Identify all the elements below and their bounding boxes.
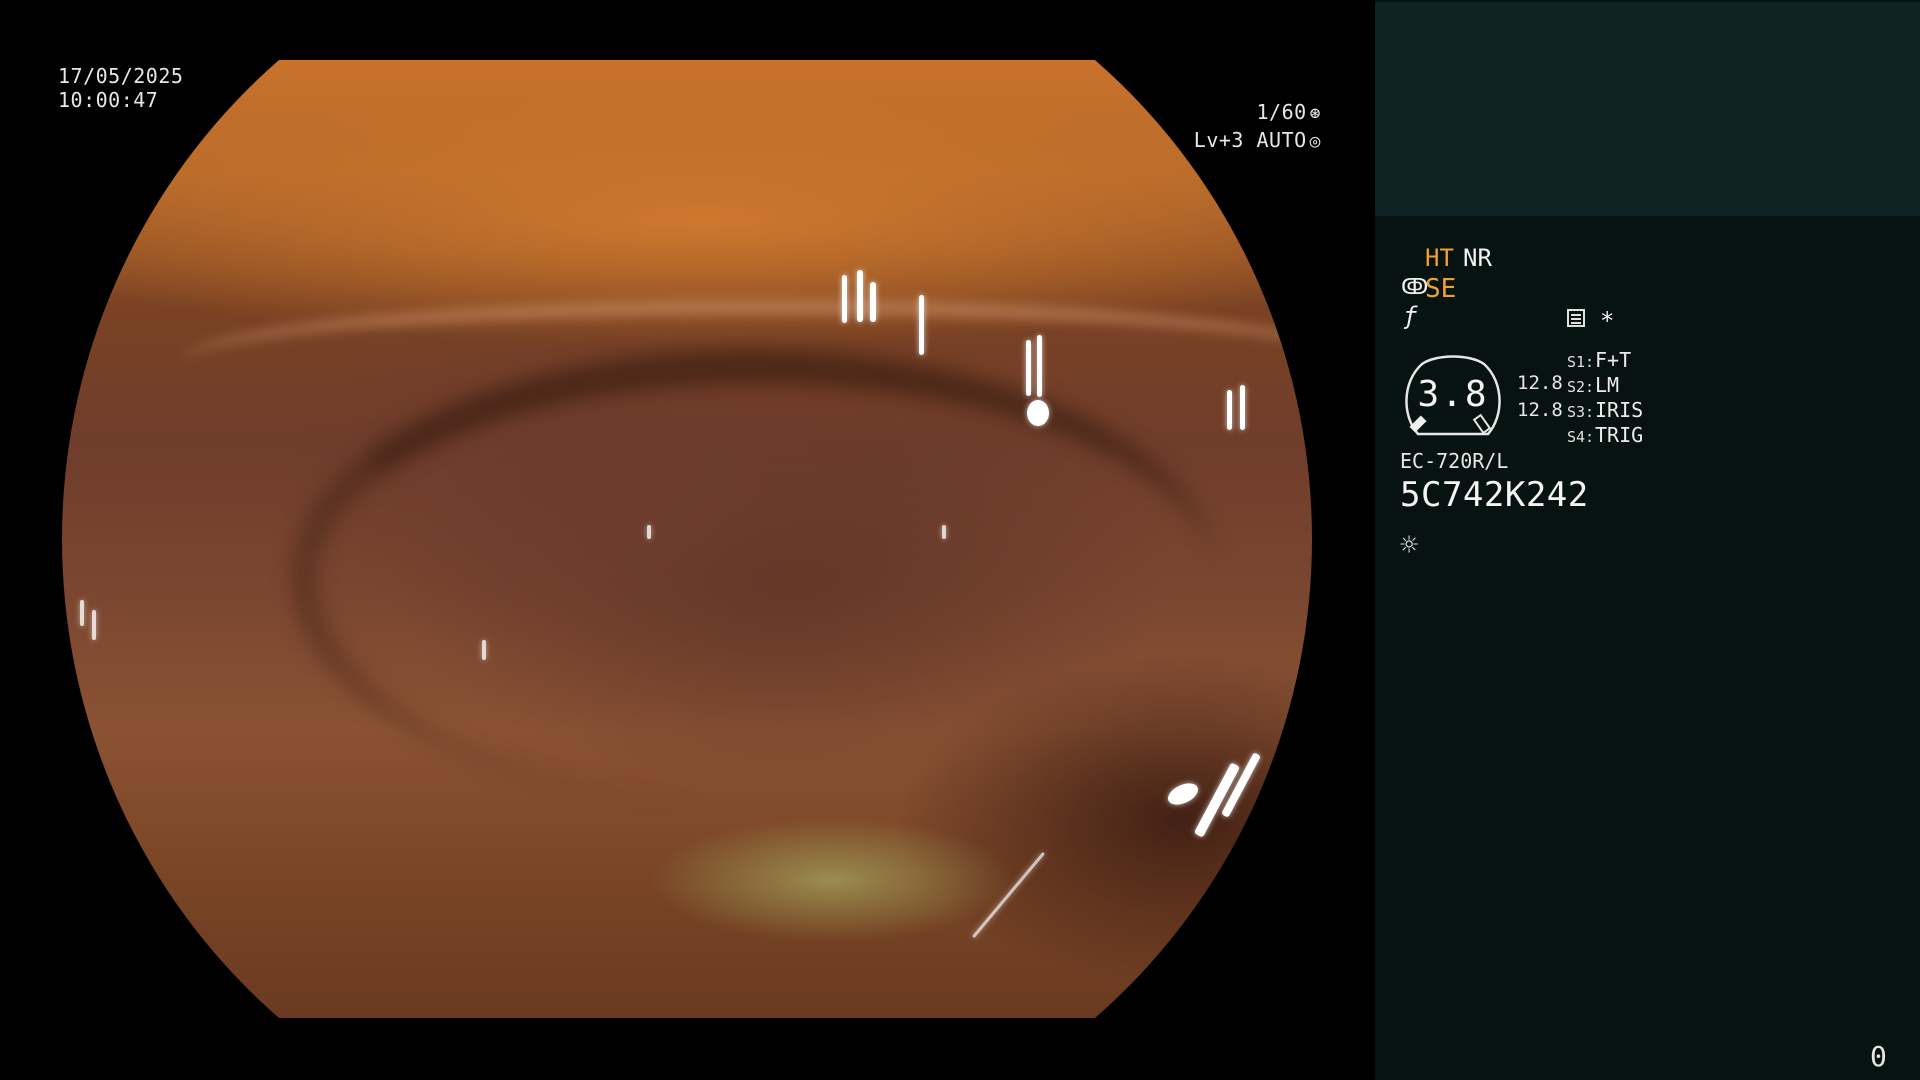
glare-reflection [1026,340,1031,396]
glare-reflection [971,851,1046,939]
ht-indicator: HT [1425,244,1454,272]
glare-reflection [1164,779,1202,809]
glare-reflection [482,640,486,660]
endoscope-view: 17/05/2025 10:00:47 1/60 ⊛ Lv+3 AUTO ◎ [0,0,1375,1080]
lamp-sun-icon: ☼ [1400,528,1419,563]
scope-button-value: TRIG [1595,423,1644,447]
scope-button-key: S1: [1567,353,1595,371]
glare-reflection [1240,385,1245,430]
shutter-value: 1/60 [1256,100,1307,124]
iris-icon: ◎ [1309,131,1321,152]
level-value: Lv+3 AUTO [1193,128,1307,152]
glare-reflection [919,295,924,355]
glare-reflection [942,525,946,539]
glare-reflection [1227,390,1232,430]
scope-model: EC-720R/L [1400,449,1509,473]
scope-button-value: F+T [1595,348,1632,372]
mucosal-fold-shadow [292,350,1216,804]
shutter-icon: ⊛ [1309,103,1321,124]
glare-reflection [1037,335,1042,397]
glare-reflection [842,275,847,323]
glare-reflection [92,610,96,640]
menu-list-icon [1567,309,1585,327]
scope-button-value: IRIS [1595,398,1644,422]
scope-button-key: S4: [1567,428,1595,446]
info-panel: HT NR ↂ SE ƒ * 3.8 12.8 12.8 S1: F+T S2:… [1375,0,1920,1080]
side-value-2: 12.8 [1517,399,1563,421]
endoscopic-image [62,60,1312,1018]
gauge-value: 3.8 [1417,374,1489,415]
f-symbol-icon: ƒ [1403,302,1418,330]
scope-button-key: S3: [1567,403,1595,421]
scope-button-value: LM [1595,373,1620,397]
patient-info-area [1375,2,1920,216]
nr-indicator: NR [1463,244,1492,272]
glare-reflection [870,282,876,322]
shutter-readout: 1/60 ⊛ [1256,100,1321,126]
date-readout: 17/05/2025 [58,64,184,88]
image-counter: 0 [1870,1040,1887,1073]
glare-reflection [647,525,651,539]
scope-button-key: S2: [1567,378,1595,396]
asterisk-indicator: * [1600,307,1615,335]
glare-reflection [1027,400,1049,426]
glare-reflection [80,600,84,626]
se-indicator: SE [1425,274,1457,304]
brightness-level-readout: Lv+3 AUTO ◎ [1194,128,1321,154]
side-value-1: 12.8 [1517,372,1563,394]
serial-number: 5C742K242 [1400,475,1589,515]
time-readout: 10:00:47 [58,88,159,112]
glare-reflection [857,270,863,322]
